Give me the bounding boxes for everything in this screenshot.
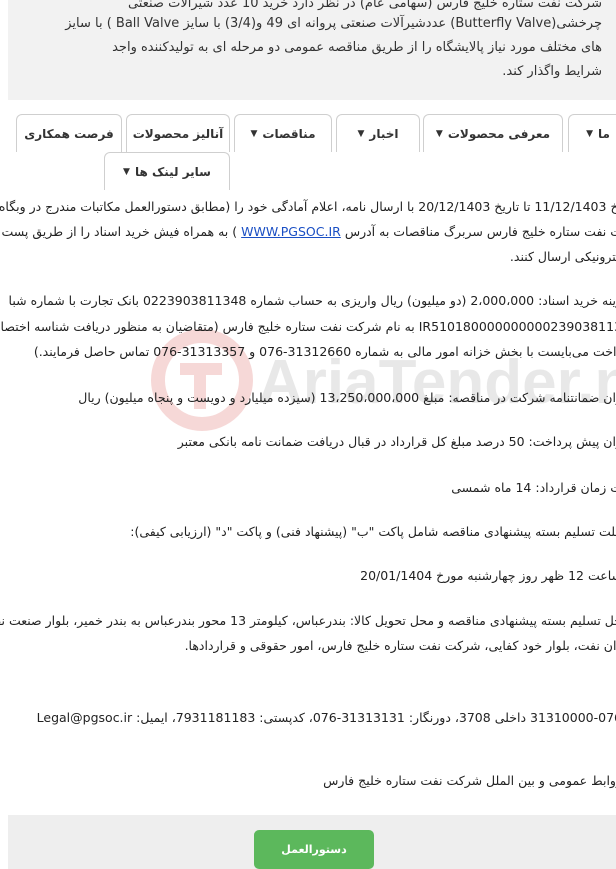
nav-tab-tenders-label: مناقصات — [262, 126, 316, 141]
summary-line-1: شرکت نفت ستاره خلیج فارس (سهامی عام) در … — [127, 0, 602, 11]
nav-tab-about[interactable]: ما ▼ — [568, 114, 616, 152]
document-fee-line-3: داخت می‌بایست با بخش خزانه امور مالی به … — [33, 344, 616, 359]
registration-line-3: کترونیکی ارسال کنند. — [509, 249, 616, 264]
nav-tab-products-label: معرفی محصولات — [447, 126, 551, 141]
issuer-signature: روابط عمومی و بین الملل شرکت نفت ستاره خ… — [323, 773, 616, 788]
registration-line-2: ت نفت ستاره خلیج فارس سربرگ مناقصات به آ… — [1, 224, 616, 239]
guarantee-amount: زان ضمانتنامه شرکت در مناقصه: مبلغ 13،25… — [78, 390, 616, 405]
ariatender-watermark: AriaTender.net — [151, 329, 616, 431]
nav-tab-news[interactable]: اخبار ▼ — [336, 114, 420, 152]
document-fee-line-1: رینه خرید اسناد: 2،000،000 (دو میلیون) ر… — [8, 293, 616, 308]
tender-summary-box: شرکت نفت ستاره خلیج فارس (سهامی عام) در … — [8, 0, 616, 100]
nav-tab-other-links-label: سایر لینک ها — [134, 164, 211, 179]
nav-tab-news-label: اخبار — [369, 126, 399, 141]
nav-tab-products[interactable]: معرفی محصولات ▼ — [423, 114, 563, 152]
summary-line-4: شرایط واگذار کند. — [502, 64, 602, 79]
delivery-address-line-1: حل تسلیم بسته پیشنهادی مناقصه و محل تحوی… — [0, 613, 616, 628]
nav-tab-careers-label: فرصت همکاری — [24, 126, 114, 141]
document-fee-line-2: IR510180000000000239038113 به نام شرکت ن… — [0, 319, 616, 334]
main-nav: ما ▼ معرفی محصولات ▼ اخبار ▼ مناقصات ▼ آ… — [0, 112, 616, 190]
chevron-down-icon: ▼ — [250, 128, 258, 139]
chevron-down-icon: ▼ — [357, 128, 365, 139]
nav-tab-product-analysis-label: آنالیز محصولات — [132, 126, 224, 141]
summary-line-3: های مختلف مورد نیاز پالایشگاه را از طریق… — [112, 40, 602, 55]
nav-tab-careers[interactable]: فرصت همکاری — [16, 114, 122, 152]
nav-tab-product-analysis[interactable]: آنالیز محصولات — [126, 114, 230, 152]
chevron-down-icon: ▼ — [586, 128, 593, 139]
contact-phones: 31310000-076 داخلی 3708، دورنگار: 313131… — [136, 710, 616, 725]
submission-deadline-label: هلت تسلیم بسته پیشنهادی مناقصه شامل پاکت… — [130, 524, 616, 539]
contact-email: Legal@pgsoc.ir — [36, 710, 133, 725]
nav-tab-other-links[interactable]: سایر لینک ها ▼ — [104, 152, 230, 190]
contract-duration: ت زمان قرارداد: 14 ماه شمسی — [451, 480, 616, 495]
prepayment-terms: زان پیش پرداخت: 50 درصد مبلغ کل قرارداد … — [177, 434, 616, 449]
delivery-address-line-2: دان نفت، بلوار خود کفایی، شرکت نفت ستاره… — [184, 638, 616, 653]
chevron-down-icon: ▼ — [123, 166, 130, 177]
registration-line-2-start: ت نفت ستاره خلیج فارس سربرگ مناقصات به آ… — [344, 224, 616, 239]
instructions-button[interactable]: دستورالعمل — [254, 830, 374, 869]
submission-deadline-value: ساعت 12 ظهر روز چهارشنبه مورخ 20/01/1404 — [360, 568, 616, 583]
registration-line-2-end: ) به همراه فیش خرید اسناد را از طریق پست — [1, 224, 238, 239]
summary-line-2: چرخشی(Butterfly Valve) عددشیرآلات صنعتی … — [65, 16, 602, 31]
pgsoc-website-link[interactable]: WWW.PGSOC.IR — [241, 224, 341, 239]
nav-tab-tenders[interactable]: مناقصات ▼ — [234, 114, 332, 152]
registration-line-1: یخ 11/12/1403 تا تاریخ 20/12/1403 با ارس… — [0, 199, 616, 214]
contact-info: 31310000-076 داخلی 3708، دورنگار: 313131… — [37, 710, 616, 725]
chevron-down-icon: ▼ — [435, 128, 443, 139]
nav-tab-about-label: ما — [598, 126, 610, 141]
